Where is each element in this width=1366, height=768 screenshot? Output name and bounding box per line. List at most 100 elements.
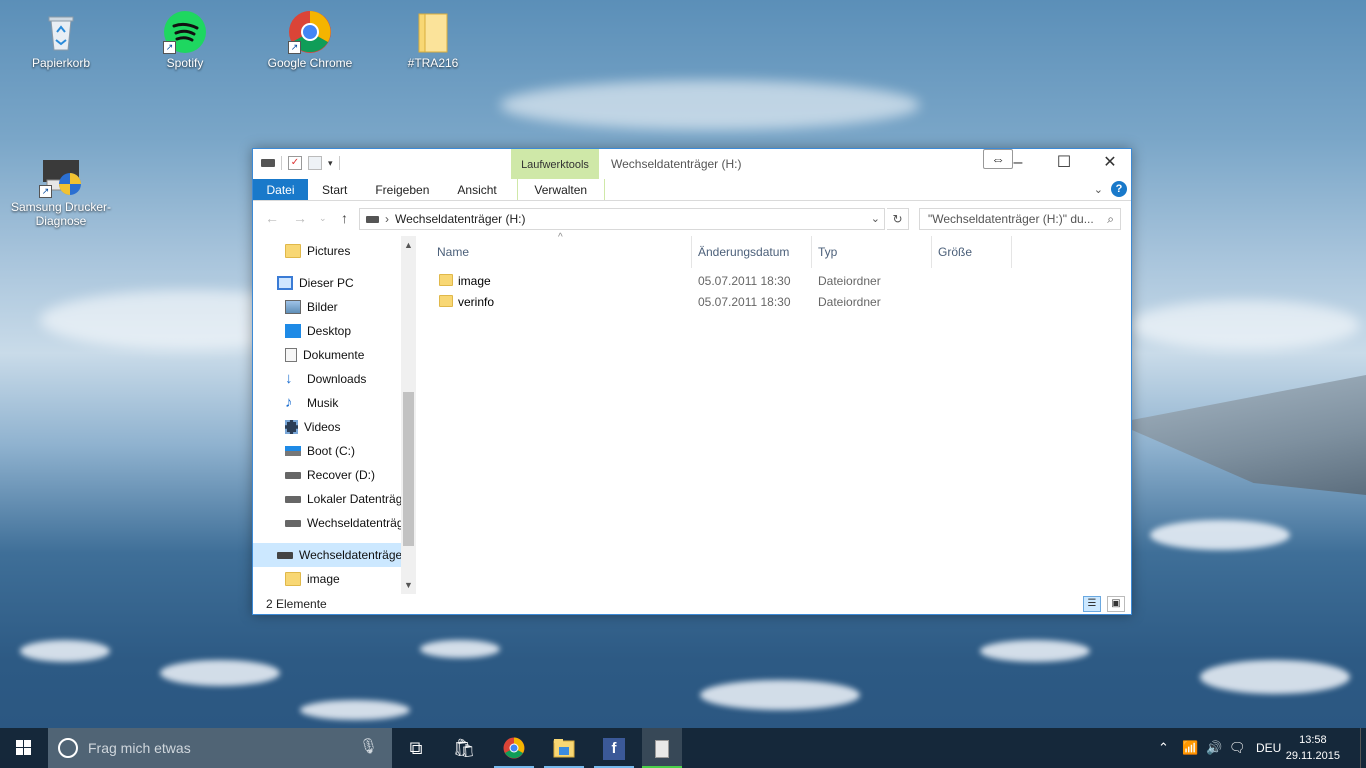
tab-ansicht[interactable]: Ansicht xyxy=(443,179,510,200)
tab-start[interactable]: Start xyxy=(308,179,361,200)
properties-icon[interactable]: ✓ xyxy=(288,156,302,170)
minimize-button[interactable]: – xyxy=(995,149,1041,178)
nav-item-boot-c[interactable]: Boot (C:) xyxy=(253,439,401,463)
expand-ribbon-icon[interactable]: ⌄ xyxy=(1094,183,1103,196)
task-view-button[interactable]: ⧉ xyxy=(392,728,440,768)
column-header-type[interactable]: Typ xyxy=(812,236,932,268)
nav-item-wechseldatentraeger-h[interactable]: Wechseldatenträger xyxy=(253,543,406,567)
clock[interactable]: 13:58 29.11.2015 xyxy=(1286,732,1340,764)
desktop-icon-samsung-diagnose[interactable]: ↗ Samsung Drucker-Diagnose xyxy=(11,154,111,228)
file-type: Dateiordner xyxy=(818,274,881,288)
chevron-down-icon[interactable]: ⌄ xyxy=(871,212,880,225)
forward-arrow-icon[interactable]: → xyxy=(293,210,307,226)
nav-item-dieser-pc[interactable]: Dieser PC xyxy=(253,271,401,295)
nav-item-label: Musik xyxy=(307,396,339,410)
divider xyxy=(281,156,282,170)
download-icon: ↓ xyxy=(285,370,293,387)
content-area: Pictures Dieser PC Bilder Desktop Dokume… xyxy=(253,232,1131,594)
nav-item-bilder[interactable]: Bilder xyxy=(253,295,401,319)
language-indicator[interactable]: DEU xyxy=(1256,728,1281,768)
view-switcher: ☰ ▣ xyxy=(1083,596,1125,612)
facebook-taskbar-button[interactable]: f xyxy=(590,728,638,768)
tab-freigeben[interactable]: Freigeben xyxy=(361,179,443,200)
scrollbar-thumb[interactable] xyxy=(403,392,414,546)
help-icon[interactable]: ? xyxy=(1111,181,1127,197)
search-input[interactable]: "Wechseldatenträger (H:)" du... ⌕ xyxy=(919,208,1121,230)
file-name: image xyxy=(458,274,491,288)
show-desktop-button[interactable] xyxy=(1360,728,1366,768)
scroll-up-icon[interactable]: ▲ xyxy=(404,240,413,250)
up-arrow-icon[interactable]: ↑ xyxy=(341,210,348,226)
task-view-icon: ⧉ xyxy=(409,738,423,758)
chrome-icon xyxy=(503,737,525,759)
microphone-icon[interactable]: 🎙 xyxy=(359,737,378,755)
scroll-down-icon[interactable]: ▼ xyxy=(404,580,413,590)
file-row-verinfo[interactable]: verinfo 05.07.2011 18:30 Dateiordner xyxy=(431,292,1011,313)
column-header-date[interactable]: Änderungsdatum xyxy=(692,236,812,268)
breadcrumb-chevron-icon: › xyxy=(385,212,389,226)
column-header-name[interactable]: Name xyxy=(431,236,692,268)
refresh-button[interactable]: ↻ xyxy=(887,208,909,230)
divider xyxy=(338,156,340,170)
nav-item-label: Dokumente xyxy=(303,348,365,362)
nav-scrollbar[interactable]: ▲ ▼ xyxy=(401,236,416,594)
nav-item-musik[interactable]: ♪ Musik xyxy=(253,391,401,415)
desktop-icon-spotify[interactable]: ↗ Spotify xyxy=(140,10,230,70)
large-icons-view-icon[interactable]: ▣ xyxy=(1107,596,1125,612)
desktop-icon-label: Google Chrome xyxy=(267,56,353,70)
details-view-icon[interactable]: ☰ xyxy=(1083,596,1101,612)
nav-item-downloads[interactable]: ↓ Downloads xyxy=(253,367,401,391)
volume-icon[interactable]: 🔊 xyxy=(1206,728,1222,768)
folder-icon xyxy=(439,295,453,307)
column-header-size[interactable]: Größe xyxy=(932,236,1012,268)
nav-item-videos[interactable]: Videos xyxy=(253,415,401,439)
desktop-icon-label: Samsung Drucker-Diagnose xyxy=(10,200,112,228)
drive-icon xyxy=(277,551,293,559)
chrome-taskbar-button[interactable] xyxy=(490,728,538,768)
drive-taskbar-button[interactable] xyxy=(642,728,682,768)
search-placeholder: Frag mich etwas xyxy=(88,740,191,756)
cortana-search-box[interactable]: Frag mich etwas 🎙 xyxy=(48,728,392,768)
nav-item-dokumente[interactable]: Dokumente xyxy=(253,343,401,367)
wifi-icon[interactable]: 📶 xyxy=(1182,728,1198,768)
nav-item-wechseldatentraeger-1[interactable]: Wechseldatenträg xyxy=(253,511,404,535)
back-arrow-icon[interactable]: ← xyxy=(265,210,279,226)
cloud xyxy=(700,680,860,710)
desktop-icon-chrome[interactable]: ↗ Google Chrome xyxy=(265,10,355,70)
nav-item-image[interactable]: image xyxy=(253,567,401,591)
breadcrumb[interactable]: Wechseldatenträger (H:) xyxy=(395,212,526,226)
nav-item-label: Wechseldatenträg xyxy=(307,516,404,530)
nav-item-desktop[interactable]: Desktop xyxy=(253,319,401,343)
store-button[interactable]: 🛍 xyxy=(440,728,488,768)
file-date: 05.07.2011 18:30 xyxy=(698,274,791,288)
nav-item-label: Desktop xyxy=(307,324,352,338)
file-explorer-taskbar-button[interactable] xyxy=(540,728,588,768)
folder-icon xyxy=(285,244,301,258)
drive-icon xyxy=(285,495,301,503)
customize-qat-icon[interactable]: ▾ xyxy=(328,158,333,169)
explorer-window: ✓ ▾ Laufwerktools Wechseldatenträger (H:… xyxy=(252,148,1132,615)
show-hidden-icons-icon[interactable]: ⌃ xyxy=(1158,728,1169,768)
desktop-icon-folder[interactable]: #TRA216 xyxy=(388,10,478,70)
tab-datei[interactable]: Datei xyxy=(253,179,308,200)
folder-icon xyxy=(411,10,455,54)
nav-item-label: Bilder xyxy=(307,300,338,314)
file-row-image[interactable]: image 05.07.2011 18:30 Dateiordner xyxy=(431,271,1011,292)
cloud xyxy=(500,80,920,130)
address-bar[interactable]: › Wechseldatenträger (H:) ⌄ xyxy=(359,208,885,230)
action-center-icon[interactable]: 🗨 xyxy=(1229,728,1246,768)
start-button[interactable] xyxy=(0,728,48,768)
nav-item-recover-d[interactable]: Recover (D:) xyxy=(253,463,401,487)
cloud xyxy=(1200,660,1350,694)
maximize-button[interactable]: ☐ xyxy=(1041,149,1087,178)
close-button[interactable]: ✕ xyxy=(1087,149,1133,178)
shortcut-arrow-icon: ↗ xyxy=(163,41,176,54)
desktop-icon-recycle-bin[interactable]: Papierkorb xyxy=(16,10,106,70)
tab-verwalten[interactable]: Verwalten xyxy=(516,179,605,200)
recent-locations-icon[interactable]: ⌄ xyxy=(319,213,327,224)
cortana-icon xyxy=(58,738,78,758)
new-folder-icon[interactable] xyxy=(308,156,322,170)
nav-item-lokaler-datentraeger[interactable]: Lokaler Datenträg xyxy=(253,487,402,511)
windows-logo-icon xyxy=(16,740,31,755)
nav-item-pictures[interactable]: Pictures xyxy=(253,239,401,263)
